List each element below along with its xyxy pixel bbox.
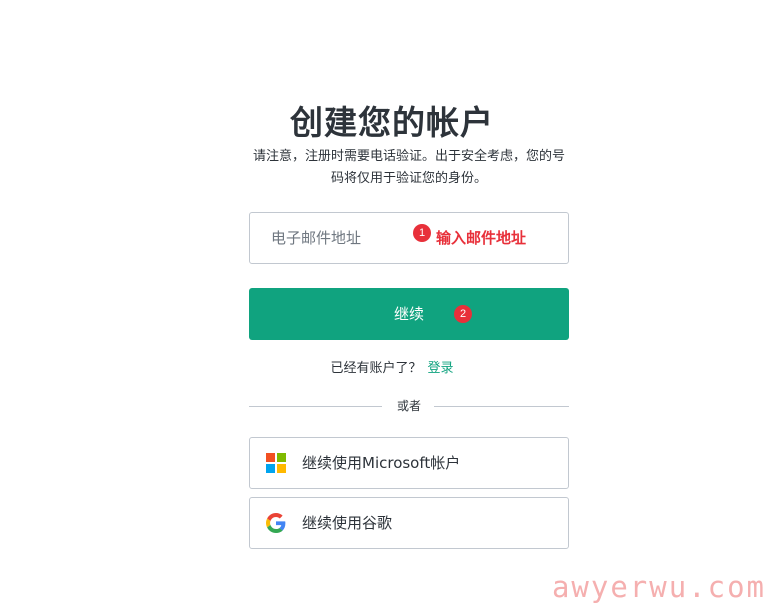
- login-link[interactable]: 登录: [428, 361, 454, 376]
- annotation-badge-step-2: 2: [454, 305, 472, 323]
- continue-button[interactable]: 继续: [249, 288, 569, 340]
- google-logo-icon: [266, 513, 286, 533]
- microsoft-logo-icon: [266, 453, 286, 473]
- divider-line-right: [434, 406, 569, 407]
- annotation-badge-step-1: 1: [413, 224, 431, 242]
- login-prompt-text: 已经有账户了？: [330, 361, 422, 376]
- microsoft-button-label: 继续使用Microsoft帐户: [302, 454, 461, 472]
- annotation-text-step-1: 输入邮件地址: [436, 229, 527, 247]
- google-button-label: 继续使用谷歌: [302, 514, 393, 532]
- phone-verification-notice: 请注意，注册时需要电话验证。出于安全考虑，您的号码将仅用于验证您的身份。: [252, 149, 565, 186]
- continue-with-google-button[interactable]: 继续使用谷歌: [249, 497, 569, 549]
- login-prompt-line: 已经有账户了？ 登录: [0, 357, 784, 376]
- continue-with-microsoft-button[interactable]: 继续使用Microsoft帐户: [249, 437, 569, 489]
- watermark: awyerwu.com: [551, 570, 766, 604]
- signup-page: 创建您的帐户 请注意，注册时需要电话验证。出于安全考虑，您的号码将仅用于验证您的…: [0, 0, 784, 614]
- page-title: 创建您的帐户: [290, 103, 494, 142]
- or-divider: 或者: [249, 398, 569, 414]
